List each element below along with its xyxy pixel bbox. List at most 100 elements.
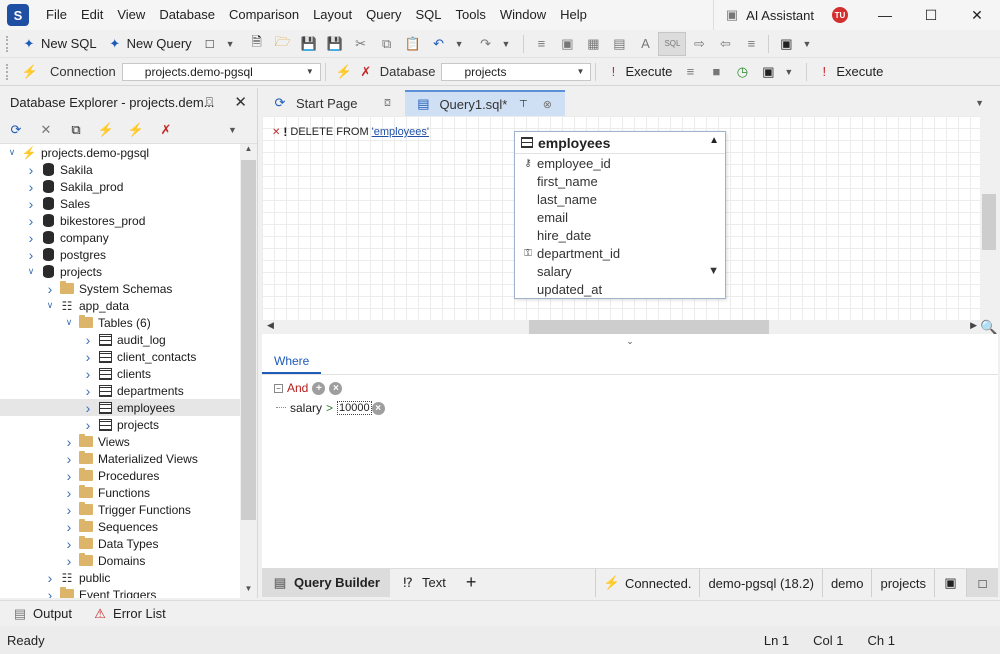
chevron-right-icon[interactable]: › (25, 179, 37, 195)
tree-node[interactable]: › employees (0, 399, 240, 416)
chevron-right-icon[interactable]: › (82, 366, 94, 382)
tree-node[interactable]: › Functions (0, 484, 240, 501)
chevron-right-icon[interactable]: › (82, 349, 94, 365)
pin-icon[interactable]: ⌼ (379, 95, 395, 111)
open-file-button[interactable]: 🗁 (270, 32, 296, 56)
tree-node[interactable]: › Sequences (0, 518, 240, 535)
entity-field[interactable]: salary ▼ (515, 262, 725, 280)
new-query-button[interactable]: ✦ New Query (102, 32, 197, 56)
menu-tools[interactable]: Tools (449, 0, 493, 30)
scroll-left-icon[interactable]: ◀ (267, 320, 274, 331)
tree-node[interactable]: › bikestores_prod (0, 212, 240, 229)
diagram-horizontal-scrollbar[interactable]: ◀ ▶ (262, 320, 980, 334)
disconnect-icon[interactable]: ✗ (158, 122, 174, 138)
menu-layout[interactable]: Layout (306, 0, 359, 30)
indent-button[interactable]: ⇨ (686, 32, 712, 56)
tree-node[interactable]: ∨ Tables (6) (0, 314, 240, 331)
chevron-right-icon[interactable]: › (25, 196, 37, 212)
chart-button[interactable]: ▤ (606, 32, 632, 56)
tree-node[interactable]: › audit_log (0, 331, 240, 348)
explorer-scrollbar[interactable]: ▲ ▼ (240, 144, 257, 598)
close-tab-icon[interactable]: ⊗ (539, 96, 555, 112)
menu-edit[interactable]: Edit (74, 0, 110, 30)
chevron-down-icon[interactable]: ∨ (44, 300, 56, 311)
menu-sql[interactable]: SQL (409, 0, 449, 30)
save-all-button[interactable]: 💾 (322, 32, 348, 56)
close-icon[interactable]: ✕ (234, 93, 247, 111)
maximize-button[interactable]: ☐ (908, 0, 954, 30)
close-window-button[interactable]: ✕ (954, 0, 1000, 30)
plug-icon[interactable]: ⚡ (336, 64, 352, 80)
tree-node[interactable]: › client_contacts (0, 348, 240, 365)
tree-node[interactable]: › Materialized Views (0, 450, 240, 467)
scroll-down-icon[interactable]: ▼ (240, 584, 257, 598)
single-layout-button[interactable]: □ (966, 569, 998, 597)
remove-group-icon[interactable]: × (329, 381, 343, 395)
collapse-icon[interactable]: − (274, 383, 283, 393)
entity-field[interactable]: ⚷ employee_id (515, 154, 725, 172)
chevron-right-icon[interactable]: › (25, 213, 37, 229)
chevron-right-icon[interactable]: › (25, 247, 37, 263)
toolbar-grip[interactable] (6, 63, 10, 80)
chevron-down-icon[interactable]: ∨ (6, 147, 18, 158)
tree-node[interactable]: › postgres (0, 246, 240, 263)
refresh-icon[interactable]: ⟳ (8, 122, 24, 138)
scroll-right-icon[interactable]: ▶ (970, 320, 977, 331)
paste-button[interactable]: 📋 (400, 32, 426, 56)
output-tab[interactable]: ▤ Output (12, 606, 72, 622)
menu-window[interactable]: Window (493, 0, 553, 30)
save-button[interactable]: 💾 (296, 32, 322, 56)
chevron-down-icon[interactable]: ∨ (25, 266, 37, 277)
chevron-right-icon[interactable]: › (25, 162, 37, 178)
scroll-up-icon[interactable]: ▲ (240, 144, 257, 158)
sql-toggle-button[interactable]: SQL (658, 31, 687, 56)
diagram-vertical-scrollbar[interactable] (980, 116, 998, 320)
menu-comparison[interactable]: Comparison (222, 0, 306, 30)
undo-button[interactable]: ↶ ▼ (426, 32, 473, 56)
panel-splitter[interactable]: ⌄ (262, 334, 998, 348)
scrollbar-thumb[interactable] (529, 320, 769, 334)
tree-node[interactable]: › clients (0, 365, 240, 382)
execute-button-2[interactable]: ! Execute (811, 60, 888, 84)
menu-file[interactable]: File (39, 0, 74, 30)
duplicate-icon[interactable]: ⧉ (68, 122, 84, 138)
tree-node[interactable]: › Data Types (0, 535, 240, 552)
split-layout-button[interactable]: ▣ (934, 569, 966, 597)
scrollbar-thumb[interactable] (241, 160, 256, 520)
entity-field[interactable]: hire_date (515, 226, 725, 244)
tab-text[interactable]: ⁉ Text (390, 569, 456, 597)
entity-field[interactable]: last_name (515, 190, 725, 208)
new-sql-button[interactable]: ✦ New SQL (16, 32, 102, 56)
condition-operator[interactable]: > (326, 401, 333, 415)
tree-node[interactable]: › Trigger Functions (0, 501, 240, 518)
chevron-right-icon[interactable]: › (63, 451, 75, 467)
delete-icon[interactable]: ✕ (38, 122, 54, 138)
tree-node[interactable]: › projects (0, 416, 240, 433)
toolbar-grip[interactable] (6, 35, 10, 52)
format-button[interactable]: ≡ (528, 32, 554, 56)
entity-field[interactable]: email (515, 208, 725, 226)
chevron-right-icon[interactable]: › (44, 570, 56, 586)
tree-node[interactable]: › System Schemas (0, 280, 240, 297)
connection-select[interactable]: projects.demo-pgsql ▼ (121, 62, 321, 81)
outdent-button[interactable]: ⇦ (712, 32, 738, 56)
add-condition-icon[interactable]: + (312, 381, 326, 395)
tabs-dropdown-icon[interactable]: ▼ (975, 98, 984, 108)
chevron-right-icon[interactable]: › (82, 400, 94, 416)
condition-value[interactable]: 10000 (337, 401, 372, 415)
entity-field[interactable]: first_name (515, 172, 725, 190)
cut-button[interactable]: ✂ (348, 32, 374, 56)
tree-node[interactable]: › ☷ public (0, 569, 240, 586)
chevron-right-icon[interactable]: › (63, 485, 75, 501)
chevron-right-icon[interactable]: › (63, 502, 75, 518)
chevron-right-icon[interactable]: › (63, 536, 75, 552)
tab-where[interactable]: Where (262, 348, 322, 374)
profile-button[interactable]: ▦ (580, 32, 606, 56)
database-select[interactable]: projects ▼ (441, 62, 592, 81)
tab-query1[interactable]: ▤ Query1.sql* ⊤ ⊗ (405, 90, 566, 116)
condition-field[interactable]: salary (290, 401, 322, 415)
tree-node[interactable]: › Sakila_prod (0, 178, 240, 195)
chevron-down-icon[interactable]: ∨ (63, 317, 75, 328)
scrollbar-thumb[interactable] (982, 194, 996, 250)
minimize-button[interactable]: — (862, 0, 908, 30)
